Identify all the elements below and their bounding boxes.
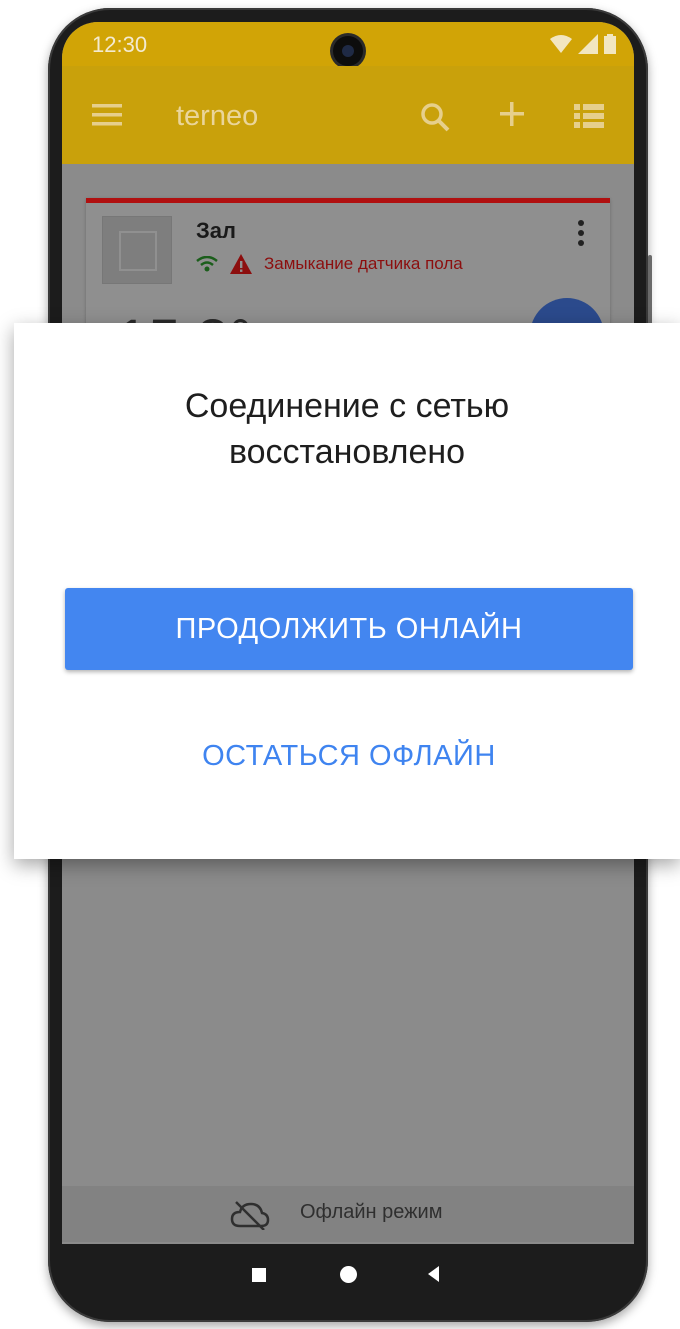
- cloud-off-icon: [230, 1201, 270, 1230]
- network-restored-dialog: Соединение с сетью восстановлено ПРОДОЛЖ…: [14, 323, 680, 859]
- search-icon[interactable]: [420, 102, 450, 132]
- recents-button[interactable]: [252, 1268, 266, 1282]
- system-nav-bar: [62, 1244, 634, 1314]
- add-icon[interactable]: [498, 100, 526, 128]
- stay-offline-button[interactable]: ОСТАТЬСЯ ОФЛАЙН: [65, 716, 633, 796]
- app-title: terneo: [176, 100, 259, 132]
- back-button[interactable]: [428, 1266, 439, 1282]
- offline-bar[interactable]: Офлайн режим: [62, 1186, 634, 1242]
- status-bar: 12:30: [62, 22, 634, 66]
- device-name: Зал: [196, 218, 236, 243]
- phone-side-button: [648, 255, 652, 325]
- menu-icon[interactable]: [92, 104, 122, 126]
- battery-icon: [604, 34, 616, 54]
- offline-mode-label: Офлайн режим: [300, 1201, 443, 1223]
- wifi-signal-icon: [550, 35, 572, 53]
- front-camera: [333, 36, 363, 66]
- warning-icon: [230, 254, 252, 274]
- status-time: 12:30: [92, 32, 148, 57]
- continue-online-button[interactable]: ПРОДОЛЖИТЬ ОНЛАЙН: [65, 588, 633, 670]
- cell-signal-icon: [578, 34, 598, 54]
- alarm-strip: [86, 198, 610, 203]
- wifi-icon: [196, 256, 218, 272]
- more-vert-icon[interactable]: [578, 220, 584, 250]
- home-button[interactable]: [340, 1266, 357, 1283]
- device-status: Замыкание датчика пола: [196, 254, 463, 274]
- status-icons: [550, 34, 616, 54]
- list-view-icon[interactable]: [574, 104, 604, 128]
- dialog-title: Соединение с сетью восстановлено: [184, 387, 510, 471]
- alarm-text: Замыкание датчика пола: [264, 254, 463, 273]
- device-thumbnail: [102, 216, 172, 284]
- app-bar: terneo: [62, 66, 634, 164]
